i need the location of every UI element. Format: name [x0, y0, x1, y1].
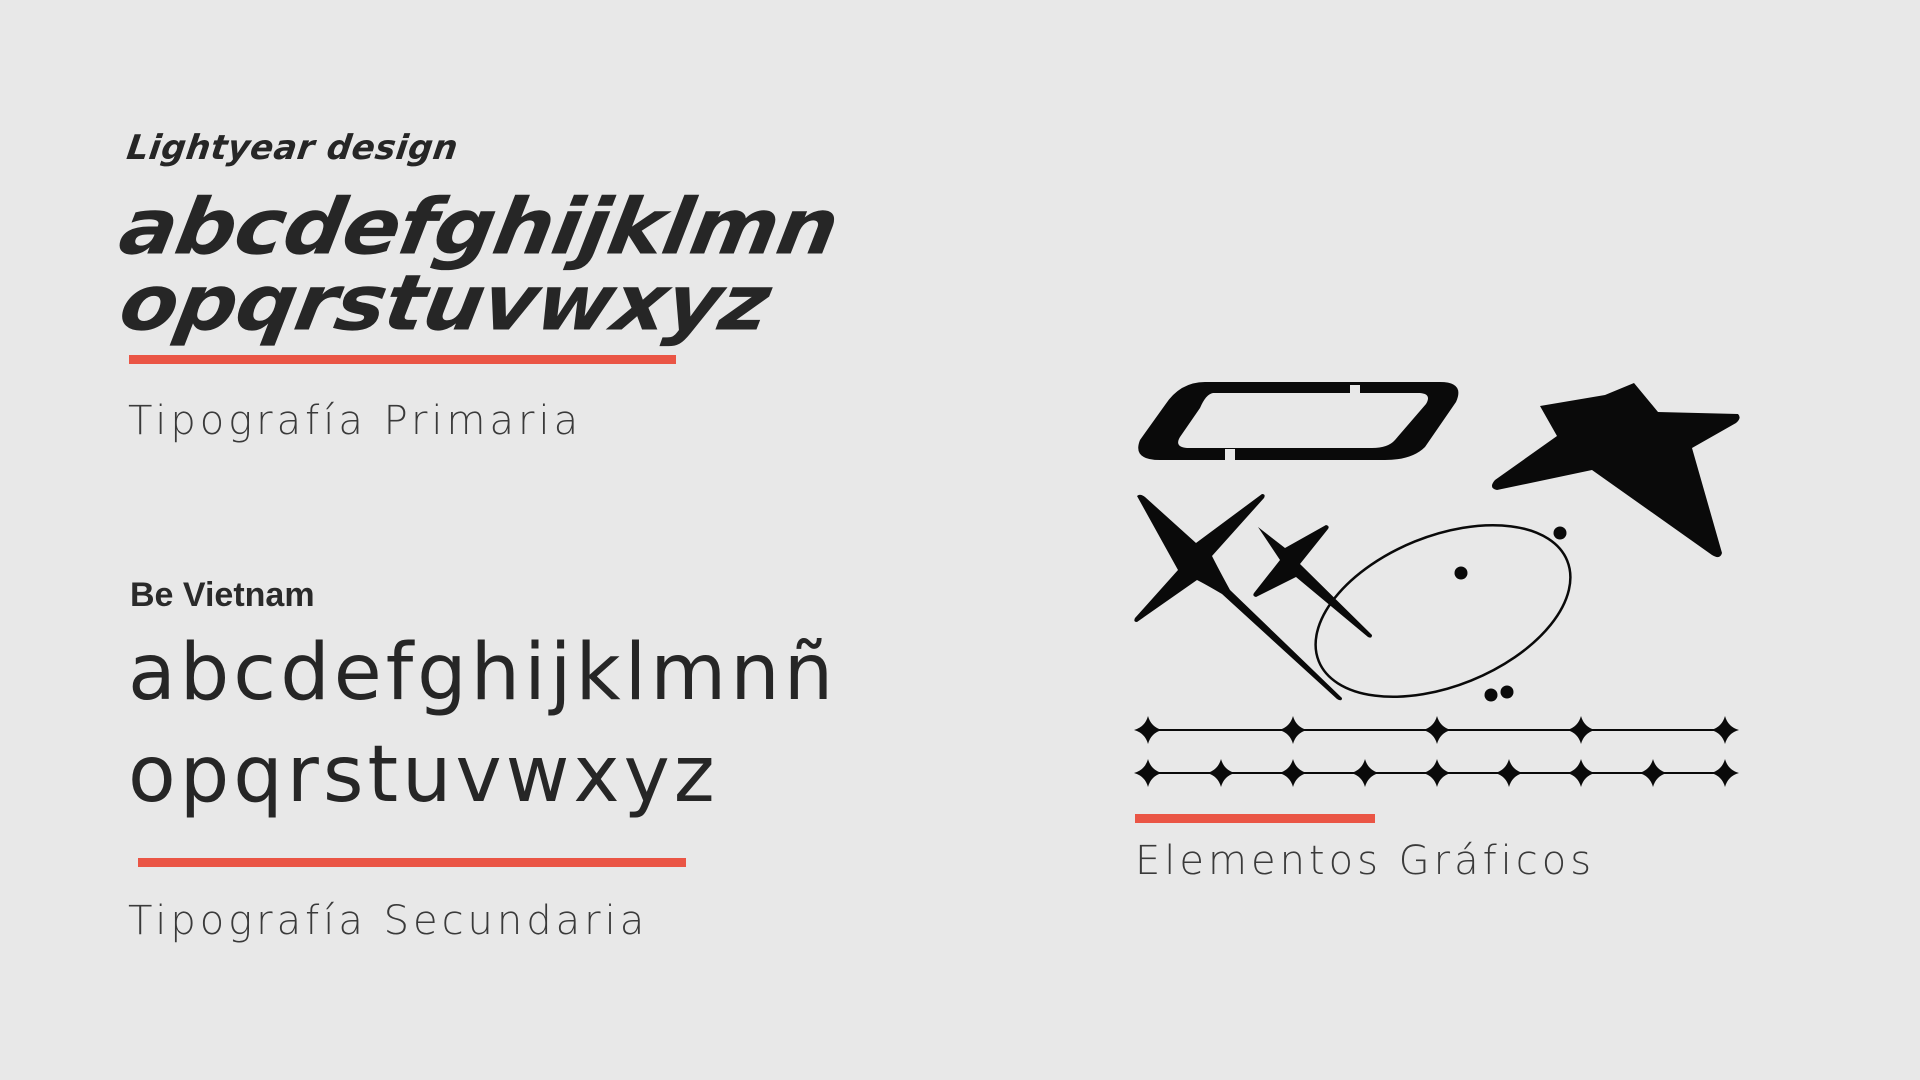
large-sparkle-icon	[1134, 494, 1342, 701]
secondary-accent-bar	[138, 858, 686, 867]
small-sparkle-icon	[1253, 525, 1372, 638]
primary-caption: Tipografía Primaria	[128, 398, 583, 444]
primary-accent-bar	[129, 355, 676, 364]
secondary-font-name: Be Vietnam	[130, 576, 315, 614]
secondary-caption: Tipografía Secundaria	[128, 898, 649, 944]
primary-font-name: Lightyear design	[124, 128, 461, 168]
sparkle-divider-icon	[1134, 716, 1739, 787]
secondary-alphabet-line-2: opqrstuvwxyz	[128, 730, 719, 820]
primary-alphabet-line-1: abcdefghijklmn	[113, 181, 845, 272]
graphics-accent-bar	[1135, 814, 1375, 823]
primary-alphabet-line-2: opqrstuvwxyz	[113, 257, 777, 348]
pill-badge-icon	[1138, 382, 1459, 461]
graphics-caption: Elementos Gráficos	[1135, 838, 1596, 884]
graphic-elements-panel	[1134, 382, 1740, 787]
secondary-alphabet-line-1: abcdefghijklmnñ	[128, 628, 838, 718]
